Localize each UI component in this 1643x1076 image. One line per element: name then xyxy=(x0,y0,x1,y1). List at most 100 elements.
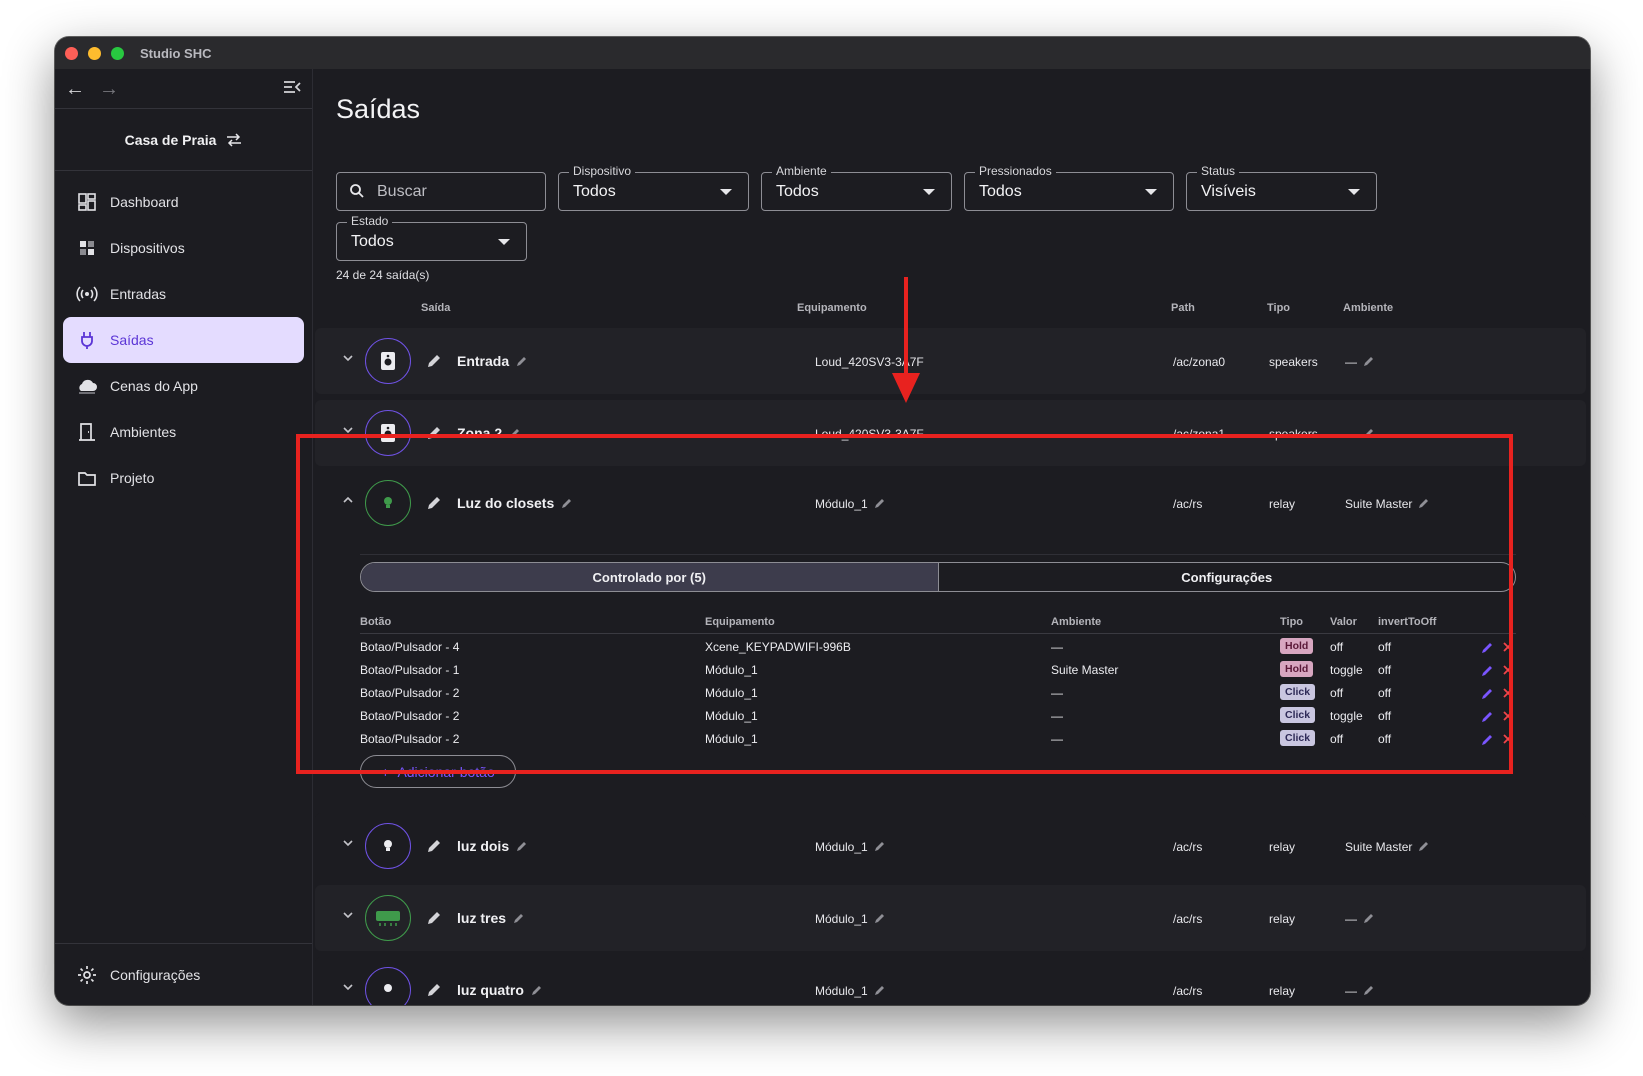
sidebar-item-cenas[interactable]: Cenas do App xyxy=(63,363,304,409)
close-icon[interactable] xyxy=(1502,733,1514,745)
table-row[interactable]: Luz do closets Módulo_1 /ac/rs relay Sui… xyxy=(315,470,1586,540)
edit-icon[interactable] xyxy=(426,982,442,998)
add-button[interactable]: + Adicionar botão xyxy=(360,755,516,788)
pencil-icon[interactable] xyxy=(874,840,886,852)
edit-icon[interactable] xyxy=(426,353,442,369)
filter-value: Visíveis xyxy=(1201,182,1256,200)
pencil-icon[interactable] xyxy=(561,497,573,509)
pencil-icon[interactable] xyxy=(531,984,543,996)
house-selector[interactable]: Casa de Praia xyxy=(55,109,312,171)
pencil-icon[interactable] xyxy=(1481,733,1494,746)
pencil-icon[interactable] xyxy=(1481,710,1494,723)
edit-icon[interactable] xyxy=(426,495,442,511)
type-badge: Click xyxy=(1280,684,1316,700)
minimize-window-button[interactable] xyxy=(88,47,101,60)
close-icon[interactable] xyxy=(1502,710,1514,722)
pencil-icon[interactable] xyxy=(1363,912,1375,924)
tipo-cell: relay xyxy=(1269,497,1296,511)
chevron-up-icon[interactable] xyxy=(341,493,355,507)
sidebar-item-projeto[interactable]: Projeto xyxy=(63,455,304,501)
chevron-down-icon[interactable] xyxy=(341,908,355,922)
invert-cell: off xyxy=(1378,686,1392,700)
filter-ambiente[interactable]: Ambiente Todos xyxy=(761,164,952,211)
tab-configuracoes[interactable]: Configurações xyxy=(939,563,1516,591)
close-icon[interactable] xyxy=(1502,641,1514,653)
table-row[interactable]: Entrada Loud_420SV3-3A7F /ac/zona0 speak… xyxy=(315,328,1586,394)
chevron-down-icon[interactable] xyxy=(341,423,355,437)
search-input[interactable]: Buscar xyxy=(336,172,546,211)
sidebar-item-dispositivos[interactable]: Dispositivos xyxy=(63,225,304,271)
pencil-icon[interactable] xyxy=(516,355,528,367)
edit-icon[interactable] xyxy=(426,910,442,926)
equipamento-cell: Módulo_1 xyxy=(815,840,868,854)
botao-cell: Botao/Pulsador - 2 xyxy=(360,732,460,746)
filter-dispositivo[interactable]: Dispositivo Todos xyxy=(558,164,749,211)
pencil-icon[interactable] xyxy=(513,912,525,924)
pencil-icon[interactable] xyxy=(874,497,886,509)
pencil-icon[interactable] xyxy=(1418,840,1430,852)
edit-icon[interactable] xyxy=(426,838,442,854)
filter-label: Ambiente xyxy=(772,164,831,178)
expanded-tabs: Controlado por (5) Configurações xyxy=(360,562,1516,592)
table-row[interactable]: luz quatro Módulo_1 /ac/rs relay — xyxy=(315,957,1586,1005)
type-badge: Hold xyxy=(1280,638,1314,654)
edit-icon[interactable] xyxy=(426,425,442,441)
sidebar-item-entradas[interactable]: Entradas xyxy=(63,271,304,317)
equipamento-cell: Xcene_KEYPADWIFI-996B xyxy=(705,640,851,654)
filter-value: Todos xyxy=(573,182,616,200)
sidebar-item-dashboard[interactable]: Dashboard xyxy=(63,179,304,225)
filter-label: Dispositivo xyxy=(569,164,636,178)
pencil-icon[interactable] xyxy=(1418,497,1430,509)
chevron-down-icon[interactable] xyxy=(341,836,355,850)
pencil-icon[interactable] xyxy=(516,840,528,852)
forward-arrow-icon[interactable]: → xyxy=(99,78,119,101)
col-invert: invertToOff xyxy=(1378,616,1437,628)
table-row[interactable]: luz tres Módulo_1 /ac/rs relay — xyxy=(315,885,1586,951)
ambiente-cell: — xyxy=(1345,912,1357,926)
filter-estado[interactable]: Estado Todos xyxy=(336,214,527,261)
filter-label: Status xyxy=(1197,164,1240,178)
maximize-window-button[interactable] xyxy=(111,47,124,60)
pencil-icon[interactable] xyxy=(509,427,521,439)
list-item: Botao/Pulsador - 2 Módulo_1 — Click off … xyxy=(315,682,1586,705)
col-valor: Valor xyxy=(1330,616,1357,628)
sidebar-item-label: Dashboard xyxy=(110,194,179,210)
table-row[interactable]: Zona 2 Loud_420SV3-3A7F /ac/zona1 speake… xyxy=(315,400,1586,466)
table-row[interactable]: luz dois Módulo_1 /ac/rs relay Suite Mas… xyxy=(315,813,1586,879)
output-name: luz dois xyxy=(457,838,510,854)
sidebar-item-configuracoes[interactable]: Configurações xyxy=(55,943,312,1005)
botao-cell: Botao/Pulsador - 1 xyxy=(360,663,460,677)
close-icon[interactable] xyxy=(1502,664,1514,676)
invert-cell: off xyxy=(1378,709,1392,723)
search-placeholder: Buscar xyxy=(377,182,427,200)
equipamento-cell: Módulo_1 xyxy=(705,686,758,700)
pencil-icon[interactable] xyxy=(874,984,886,996)
filter-pressionados[interactable]: Pressionados Todos xyxy=(964,164,1174,211)
ambiente-cell: — xyxy=(1345,984,1357,998)
pencil-icon[interactable] xyxy=(1363,355,1375,367)
chevron-down-icon[interactable] xyxy=(341,351,355,365)
back-arrow-icon[interactable]: ← xyxy=(65,78,85,101)
pencil-icon[interactable] xyxy=(1363,427,1375,439)
tipo-cell: speakers xyxy=(1269,427,1318,441)
close-icon[interactable] xyxy=(1502,687,1514,699)
broadcast-icon xyxy=(76,286,98,302)
pencil-icon[interactable] xyxy=(874,912,886,924)
pencil-icon[interactable] xyxy=(1481,664,1494,677)
pencil-icon[interactable] xyxy=(1363,984,1375,996)
page-title: Saídas xyxy=(336,94,421,124)
filter-status[interactable]: Status Visíveis xyxy=(1186,164,1377,211)
filter-value: Todos xyxy=(979,182,1022,200)
collapse-sidebar-icon[interactable] xyxy=(282,77,302,97)
chevron-down-icon[interactable] xyxy=(341,980,355,994)
close-window-button[interactable] xyxy=(65,47,78,60)
list-item: Botao/Pulsador - 2 Módulo_1 — Click togg… xyxy=(315,705,1586,728)
main-content: Saídas Buscar Dispositivo Todos Ambiente… xyxy=(313,69,1590,1005)
sidebar-item-saidas[interactable]: Saídas xyxy=(63,317,304,363)
path-cell: /ac/rs xyxy=(1173,497,1203,511)
sidebar-item-ambientes[interactable]: Ambientes xyxy=(63,409,304,455)
tab-controlled-by[interactable]: Controlado por (5) xyxy=(361,563,939,591)
pencil-icon[interactable] xyxy=(1481,687,1494,700)
valor-cell: off xyxy=(1330,686,1344,700)
pencil-icon[interactable] xyxy=(1481,641,1494,654)
